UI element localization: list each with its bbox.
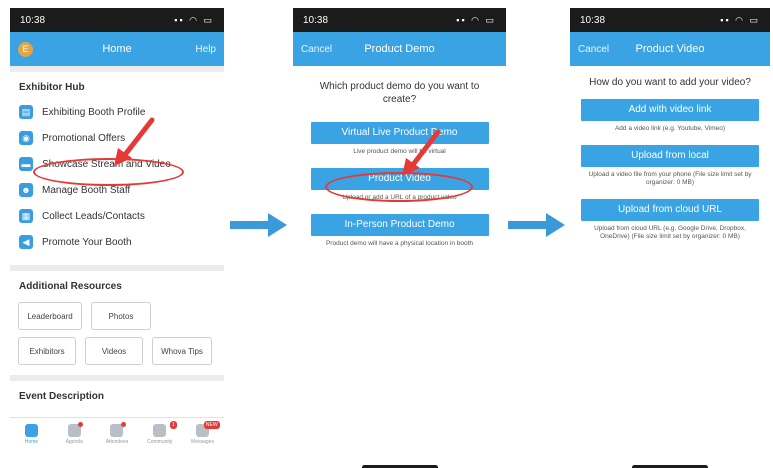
tab-attendees[interactable]: Attendees	[102, 422, 132, 445]
in-person-demo-button[interactable]: In-Person Product Demo	[310, 214, 489, 236]
menu-item-label: Collect Leads/Contacts	[42, 210, 145, 222]
people-icon: ☻	[19, 183, 33, 197]
community-badge: 1	[170, 421, 177, 429]
status-time: 10:38	[303, 14, 329, 26]
tab-label: Home	[24, 439, 39, 445]
menu-item-label: Promote Your Booth	[42, 236, 132, 248]
cancel-button[interactable]: Cancel	[301, 44, 332, 55]
page-title: Home	[102, 43, 132, 55]
exhibitors-button[interactable]: Exhibitors	[18, 337, 76, 365]
tag-icon: ◉	[19, 131, 33, 145]
home-icon	[24, 424, 38, 437]
home-nav-bar: E Home Help	[10, 32, 224, 66]
tab-label: Agenda	[65, 439, 83, 445]
cancel-button[interactable]: Cancel	[578, 44, 609, 55]
status-time: 10:38	[20, 14, 46, 26]
red-pointer-arrow-icon	[402, 129, 441, 176]
whova-tips-button[interactable]: Whova Tips	[152, 337, 212, 365]
grid-icon: ▦	[19, 209, 33, 223]
upload-cloud-url-button[interactable]: Upload from cloud URL	[581, 199, 759, 221]
tab-home[interactable]: Home	[16, 424, 46, 445]
photos-button[interactable]: Photos	[91, 302, 151, 330]
bottom-tab-bar: Home Agenda Attendees 1 Community NEW Me…	[10, 417, 224, 468]
add-video-link-helper: Add a video link (e.g. Youtube, Vimeo)	[614, 125, 726, 132]
tab-label: Messages	[191, 439, 214, 445]
highlight-ellipse	[33, 158, 184, 186]
help-link[interactable]: Help	[195, 44, 216, 55]
event-description-title: Event Description	[19, 391, 105, 402]
red-pointer-arrow-icon	[114, 117, 155, 166]
new-badge: NEW	[203, 421, 220, 429]
flow-arrow-right-icon	[508, 213, 565, 237]
menu-item-collect-leads[interactable]: ▦ Collect Leads/Contacts	[10, 203, 224, 229]
upload-cloud-url-helper: Upload from cloud URL (e.g. Google Drive…	[594, 225, 746, 240]
product-demo-nav-bar: Cancel Product Demo	[293, 32, 506, 66]
additional-resources-title: Additional Resources	[19, 281, 122, 292]
signal-wifi-battery-icon: ▪▪ ◠ ▭	[174, 14, 214, 25]
tab-label: Attendees	[105, 439, 129, 445]
add-video-link-button[interactable]: Add with video link	[581, 99, 759, 121]
tab-agenda[interactable]: Agenda	[59, 422, 89, 445]
notification-dot	[78, 422, 84, 427]
video-icon: ▬	[19, 157, 33, 171]
upload-local-button[interactable]: Upload from local	[581, 145, 759, 167]
upload-local-helper: Upload a video file from your phone (Fil…	[588, 171, 752, 186]
status-bar: 10:38 ▪▪ ◠ ▭	[570, 8, 770, 32]
status-time: 10:38	[580, 14, 606, 26]
chat-bubbles-icon	[153, 424, 167, 437]
status-bar: 10:38 ▪▪ ◠ ▭	[293, 8, 506, 32]
product-video-screen: 10:38 ▪▪ ◠ ▭ Cancel Product Video How do…	[570, 8, 770, 468]
tab-messages[interactable]: NEW Messages	[188, 421, 220, 445]
flow-arrow-right-icon	[230, 213, 287, 237]
add-video-prompt: How do you want to add your video?	[589, 77, 751, 88]
in-person-demo-helper: Product demo will have a physical locati…	[325, 240, 474, 247]
demo-type-prompt: Which product demo do you want to create…	[319, 81, 480, 105]
leaderboard-button[interactable]: Leaderboard	[18, 302, 82, 330]
home-screen: 10:38 ▪▪ ◠ ▭ E Home Help Exhibitor Hub ▤…	[10, 8, 224, 468]
id-card-icon: ▤	[19, 105, 33, 119]
menu-item-promote-booth[interactable]: ◀ Promote Your Booth	[10, 229, 224, 255]
tab-label: Community	[147, 439, 173, 445]
notification-dot	[120, 422, 126, 427]
status-bar: 10:38 ▪▪ ◠ ▭	[10, 8, 224, 32]
tab-community[interactable]: 1 Community	[145, 421, 177, 445]
videos-button[interactable]: Videos	[85, 337, 143, 365]
exhibitor-hub-title: Exhibitor Hub	[19, 82, 85, 93]
menu-item-label: Manage Booth Staff	[42, 184, 131, 196]
avatar[interactable]: E	[18, 41, 33, 57]
megaphone-icon: ◀	[19, 235, 33, 249]
signal-wifi-battery-icon: ▪▪ ◠ ▭	[720, 14, 760, 25]
signal-wifi-battery-icon: ▪▪ ◠ ▭	[456, 14, 496, 25]
resources-grid: Leaderboard Photos Exhibitors Videos Who…	[10, 298, 224, 369]
product-video-nav-bar: Cancel Product Video	[570, 32, 770, 66]
product-demo-screen: 10:38 ▪▪ ◠ ▭ Cancel Product Demo Which p…	[293, 8, 506, 468]
